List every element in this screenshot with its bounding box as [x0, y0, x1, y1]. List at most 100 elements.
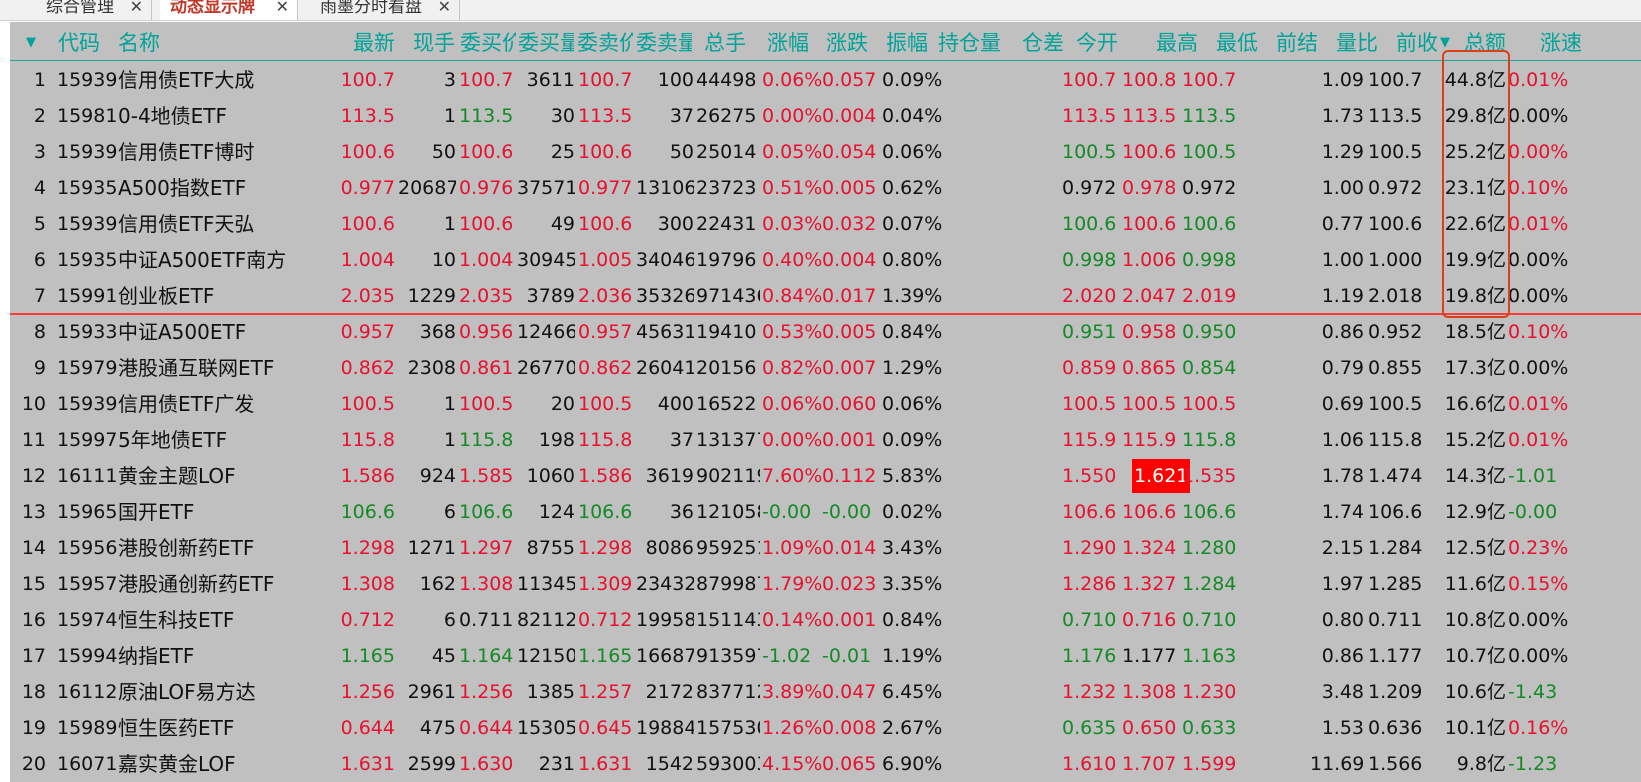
security-name: 中证A500ETF南方 — [118, 248, 287, 272]
table-row[interactable]: 19 15989 恒生医药ETF 0.644 475 0.644 15305 0.645 198… — [10, 710, 1641, 746]
table-row[interactable]: 1 15939 信用债ETF大成 100.7 3 100.7 3611 100.7 100 444… — [10, 62, 1641, 98]
security-name: 港股通互联网ETF — [118, 356, 275, 380]
header-prev-settle[interactable]: 前结 — [1276, 26, 1328, 60]
total-amount: 10.6亿 — [1444, 681, 1506, 703]
rise-speed: -1.23 — [1508, 753, 1558, 775]
bid-volume: 3789 — [526, 285, 575, 307]
bid-price: 106.6 — [459, 501, 514, 523]
table-row[interactable]: 1315965国开ETF106.66106.6124106.636121058-… — [10, 494, 1641, 530]
ask-volume: 45631 — [636, 321, 694, 343]
row-index: 6 — [33, 249, 46, 271]
open-price: 0.972 — [1062, 177, 1117, 199]
header-amplitude[interactable]: 振幅 — [886, 26, 938, 60]
change-pct: 1.79% — [762, 573, 823, 595]
current-volume: 1271 — [407, 537, 456, 559]
header-code[interactable]: 代码 — [58, 26, 110, 60]
header-total-volume[interactable]: 总手 — [704, 26, 762, 60]
tab-zonghe-guanli[interactable]: 综合管理 ✕ — [36, 0, 152, 20]
current-volume: 368 — [419, 321, 456, 343]
low-price: 1.599 — [1182, 753, 1237, 775]
open-price: 1.232 — [1062, 681, 1117, 703]
volume-ratio: 1.53 — [1321, 717, 1364, 739]
row-index: 4 — [33, 177, 46, 199]
header-volume[interactable]: 现手 — [400, 26, 455, 60]
header-high[interactable]: 最高 — [1156, 26, 1208, 60]
change-value: 0.001 — [822, 429, 877, 451]
header-last[interactable]: 最新 — [300, 26, 395, 60]
rise-speed: 0.00% — [1508, 249, 1569, 271]
change-pct: 3.89% — [762, 681, 823, 703]
security-code: 15979 — [57, 357, 117, 379]
table-row[interactable]: 9 15979 港股通互联网ETF 0.862 2308 0.861 26770 0.862 2… — [10, 350, 1641, 386]
total-volume: 44498 — [696, 69, 757, 91]
rise-speed: 0.00% — [1508, 645, 1569, 667]
header-change-pct[interactable]: 涨幅 — [767, 26, 819, 60]
bid-price: 113.5 — [459, 105, 514, 127]
low-price: 0.998 — [1182, 249, 1237, 271]
header-open-interest[interactable]: 持仓量 — [938, 26, 1010, 60]
table-row[interactable]: 14 15956 港股创新药ETF 1.298 1271 1.297 8755 1.298 80… — [10, 530, 1641, 566]
column-header-row: ▼ 代码 名称 最新 现手 委买价 委买量 委卖价 委卖量 总手 涨幅 涨跌 振幅 持仓量 仓差 今开 最高 最低… — [10, 26, 1641, 61]
header-bid-price[interactable]: 委买价 — [460, 26, 516, 60]
close-icon[interactable]: ✕ — [438, 0, 451, 15]
table-row[interactable]: 16 15974 恒生科技ETF 0.712 6 0.711 82112 0.712 19958… — [10, 602, 1641, 638]
table-row[interactable]: 17 15994 纳指ETF 1.165 45 1.164 12150 1.165 16687 9… — [10, 638, 1641, 674]
bid-volume: 1385 — [526, 681, 575, 703]
bid-price: 100.7 — [459, 69, 514, 91]
tab-yumo-fenshi-kanpan[interactable]: 雨墨分时看盘 ✕ — [310, 0, 460, 20]
security-name: 信用债ETF天弘 — [118, 212, 255, 236]
tab-dongtai-xianshipai[interactable]: 动态显示牌 ✕ — [160, 0, 298, 20]
volume-ratio: 1.97 — [1321, 573, 1364, 595]
bid-price: 0.956 — [459, 321, 514, 343]
security-code: 15956 — [57, 537, 117, 559]
rise-speed: 0.01% — [1508, 213, 1569, 235]
ask-volume: 3619 — [645, 465, 694, 487]
header-change[interactable]: 涨跌 — [826, 26, 878, 60]
header-name[interactable]: 名称 — [118, 26, 208, 60]
table-row[interactable]: 5 15939 信用债ETF天弘 100.6 1 100.6 49 100.6 300 22431… — [10, 206, 1641, 242]
header-ask-price[interactable]: 委卖价 — [577, 26, 633, 60]
change-value: 0.005 — [822, 321, 877, 343]
low-price: 0.854 — [1182, 357, 1237, 379]
table-row[interactable]: 20 16071 嘉实黄金LOF 1.631 2599 1.630 231 1.631 1542… — [10, 746, 1641, 782]
ask-price: 1.298 — [578, 537, 633, 559]
amplitude: 5.83% — [882, 465, 943, 487]
table-row[interactable]: 3 15939 信用债ETF博时 100.6 50 100.6 25 100.6 50 25014… — [10, 134, 1641, 170]
open-price: 0.951 — [1062, 321, 1117, 343]
total-volume: 26275 — [696, 105, 757, 127]
bid-price: 0.861 — [459, 357, 514, 379]
security-name: 嘉实黄金LOF — [118, 752, 236, 776]
total-volume: 121058 — [696, 501, 760, 523]
security-code: 15933 — [57, 321, 117, 343]
header-volume-ratio[interactable]: 量比 — [1336, 26, 1388, 60]
header-low[interactable]: 最低 — [1216, 26, 1268, 60]
row-index: 13 — [21, 501, 46, 523]
header-oi-change[interactable]: 仓差 — [1022, 26, 1072, 60]
table-row[interactable]: 10 15939 信用债ETF广发 100.5 1 100.5 20 100.5 400 1652… — [10, 386, 1641, 422]
table-row[interactable]: 11 15997 5年地债ETF 115.8 1 115.8 198 115.8 37 13137… — [10, 422, 1641, 458]
header-open[interactable]: 今开 — [1076, 26, 1136, 60]
header-speed[interactable]: 涨速 — [1540, 26, 1590, 60]
table-row[interactable]: 8 15933 中证A500ETF 0.957 368 0.956 12466 0.957 45… — [10, 314, 1641, 350]
amplitude: 0.09% — [882, 69, 943, 91]
change-value: 0.032 — [822, 213, 877, 235]
table-row[interactable]: 7 15991 创业板ETF 2.035 1229 2.035 3789 2.036 35326… — [10, 278, 1641, 314]
ask-price: 106.6 — [578, 501, 633, 523]
table-row[interactable]: 4 15935 A500指数ETF 0.977 20687 0.976 37571 0.977… — [10, 170, 1641, 206]
row-index: 12 — [21, 465, 46, 487]
security-code: 15981 — [57, 105, 117, 127]
table-row[interactable]: 18 16112 原油LOF易方达 1.256 2961 1.256 1385 1.257 21… — [10, 674, 1641, 710]
open-price: 1.550 — [1062, 465, 1117, 487]
header-bid-volume[interactable]: 委买量 — [518, 26, 574, 60]
table-row[interactable]: 6 15935 中证A500ETF南方 1.004 10 1.004 30945 1.005 3… — [10, 242, 1641, 278]
caret-down-icon[interactable]: ▼ — [26, 26, 36, 60]
table-row[interactable]: 15 15957 港股通创新药ETF 1.308 162 1.308 11345 1.309 2… — [10, 566, 1641, 602]
header-ask-volume[interactable]: 委卖量 — [636, 26, 692, 60]
close-icon[interactable]: ✕ — [276, 0, 289, 15]
volume-ratio: 11.69 — [1310, 753, 1364, 775]
close-icon[interactable]: ✕ — [130, 0, 143, 15]
table-row[interactable]: 12 16111 黄金主题LOF 1.586 924 1.585 1060 1.586 3619… — [10, 458, 1641, 494]
open-price: 113.5 — [1062, 105, 1117, 127]
volume-ratio: 2.15 — [1321, 537, 1364, 559]
table-row[interactable]: 2 15981 0-4地债ETF 113.5 1 113.5 30 113.5 37 26275 0… — [10, 98, 1641, 134]
